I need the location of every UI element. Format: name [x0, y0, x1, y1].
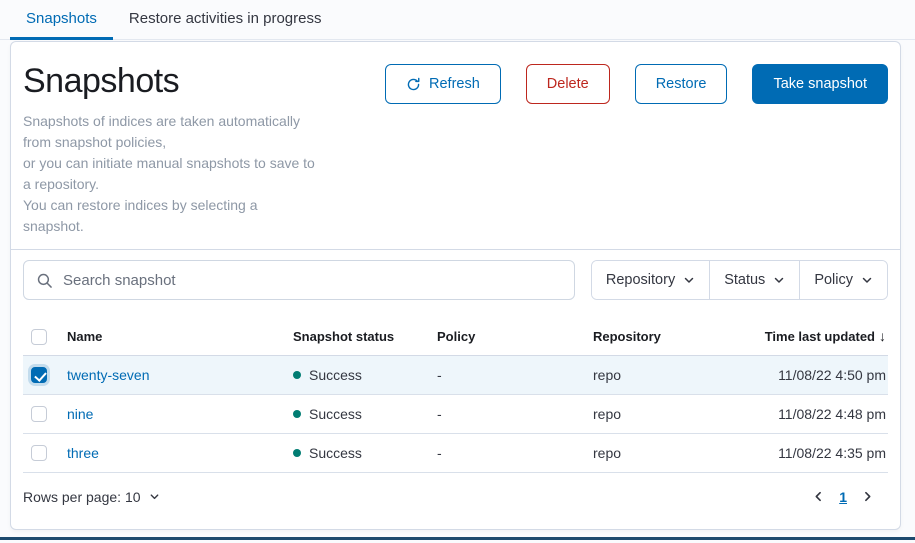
search-box	[23, 260, 575, 300]
status-label: Success	[309, 445, 362, 461]
chevron-right-icon	[861, 490, 874, 503]
column-header-snapshot-status[interactable]: Snapshot status	[293, 328, 437, 355]
take-snapshot-button[interactable]: Take snapshot	[752, 64, 888, 104]
rows-per-page-button[interactable]: Rows per page: 10	[23, 489, 160, 505]
policy-cell: -	[437, 433, 593, 472]
snapshots-table: Name Snapshot status Policy Repository T…	[23, 328, 888, 473]
tab-bar: Snapshots Restore activities in progress	[0, 0, 915, 40]
table-row: nine Success - repo 11/08/22 4:48 pm	[23, 394, 888, 433]
snapshots-panel: Snapshots Snapshots of indices are taken…	[10, 41, 901, 530]
filter-policy[interactable]: Policy	[799, 261, 887, 299]
select-all-checkbox[interactable]	[31, 329, 47, 345]
refresh-icon	[406, 77, 421, 92]
chevron-down-icon	[149, 491, 160, 502]
page-title: Snapshots	[23, 62, 315, 101]
header-actions: Refresh Delete Restore Take snapshot	[385, 62, 888, 237]
repository-cell: repo	[593, 433, 739, 472]
time-column-label: Time last updated	[765, 329, 875, 344]
bottom-bar	[0, 537, 915, 540]
snapshot-name-link[interactable]: three	[67, 445, 99, 461]
search-icon	[36, 272, 53, 289]
repository-cell: repo	[593, 394, 739, 433]
snapshot-name-link[interactable]: twenty-seven	[67, 367, 149, 383]
tab-restore-activities[interactable]: Restore activities in progress	[113, 0, 338, 40]
status-label: Success	[309, 367, 362, 383]
previous-page-button[interactable]	[812, 490, 825, 503]
next-page-button[interactable]	[861, 490, 874, 503]
table-row: three Success - repo 11/08/22 4:35 pm	[23, 433, 888, 472]
filter-repository-label: Repository	[606, 272, 675, 288]
rows-per-page-label: Rows per page: 10	[23, 489, 141, 505]
filter-repository[interactable]: Repository	[592, 261, 709, 299]
snapshot-name-link[interactable]: nine	[67, 406, 93, 422]
success-dot-icon	[293, 371, 301, 379]
snapshot-status: Success	[293, 406, 429, 422]
refresh-button-label: Refresh	[429, 76, 480, 92]
column-header-policy[interactable]: Policy	[437, 328, 593, 355]
time-cell: 11/08/22 4:48 pm	[739, 394, 888, 433]
row-checkbox[interactable]	[31, 406, 47, 422]
column-header-name[interactable]: Name	[67, 328, 293, 355]
filter-status[interactable]: Status	[709, 261, 799, 299]
table-row: twenty-seven Success - repo 11/08/22 4:5…	[23, 355, 888, 394]
chevron-down-icon	[683, 274, 695, 286]
success-dot-icon	[293, 410, 301, 418]
filter-policy-label: Policy	[814, 272, 853, 288]
time-cell: 11/08/22 4:50 pm	[739, 355, 888, 394]
repository-cell: repo	[593, 355, 739, 394]
chevron-left-icon	[812, 490, 825, 503]
delete-button[interactable]: Delete	[526, 64, 610, 104]
search-input[interactable]	[63, 272, 562, 289]
snapshot-status: Success	[293, 367, 429, 383]
header-text: Snapshots Snapshots of indices are taken…	[23, 62, 315, 237]
time-cell: 11/08/22 4:35 pm	[739, 433, 888, 472]
page-number-button[interactable]: 1	[839, 489, 847, 505]
chevron-down-icon	[773, 274, 785, 286]
panel-header: Snapshots Snapshots of indices are taken…	[11, 42, 900, 249]
filter-group: Repository Status Policy	[591, 260, 888, 300]
page-description: Snapshots of indices are taken automatic…	[23, 111, 315, 237]
row-checkbox[interactable]	[31, 445, 47, 461]
success-dot-icon	[293, 449, 301, 457]
status-label: Success	[309, 406, 362, 422]
refresh-button[interactable]: Refresh	[385, 64, 501, 104]
filter-status-label: Status	[724, 272, 765, 288]
snapshot-status: Success	[293, 445, 429, 461]
chevron-down-icon	[861, 274, 873, 286]
sort-desc-icon: ↓	[879, 328, 886, 344]
pagination: 1	[812, 489, 888, 505]
restore-button[interactable]: Restore	[635, 64, 728, 104]
tab-snapshots[interactable]: Snapshots	[10, 0, 113, 40]
controls-row: Repository Status Policy	[11, 250, 900, 300]
policy-cell: -	[437, 394, 593, 433]
policy-cell: -	[437, 355, 593, 394]
table-footer: Rows per page: 10 1	[11, 473, 900, 519]
column-header-repository[interactable]: Repository	[593, 328, 739, 355]
row-checkbox[interactable]	[31, 367, 47, 383]
column-header-time-last-updated[interactable]: Time last updated ↓	[739, 328, 888, 355]
